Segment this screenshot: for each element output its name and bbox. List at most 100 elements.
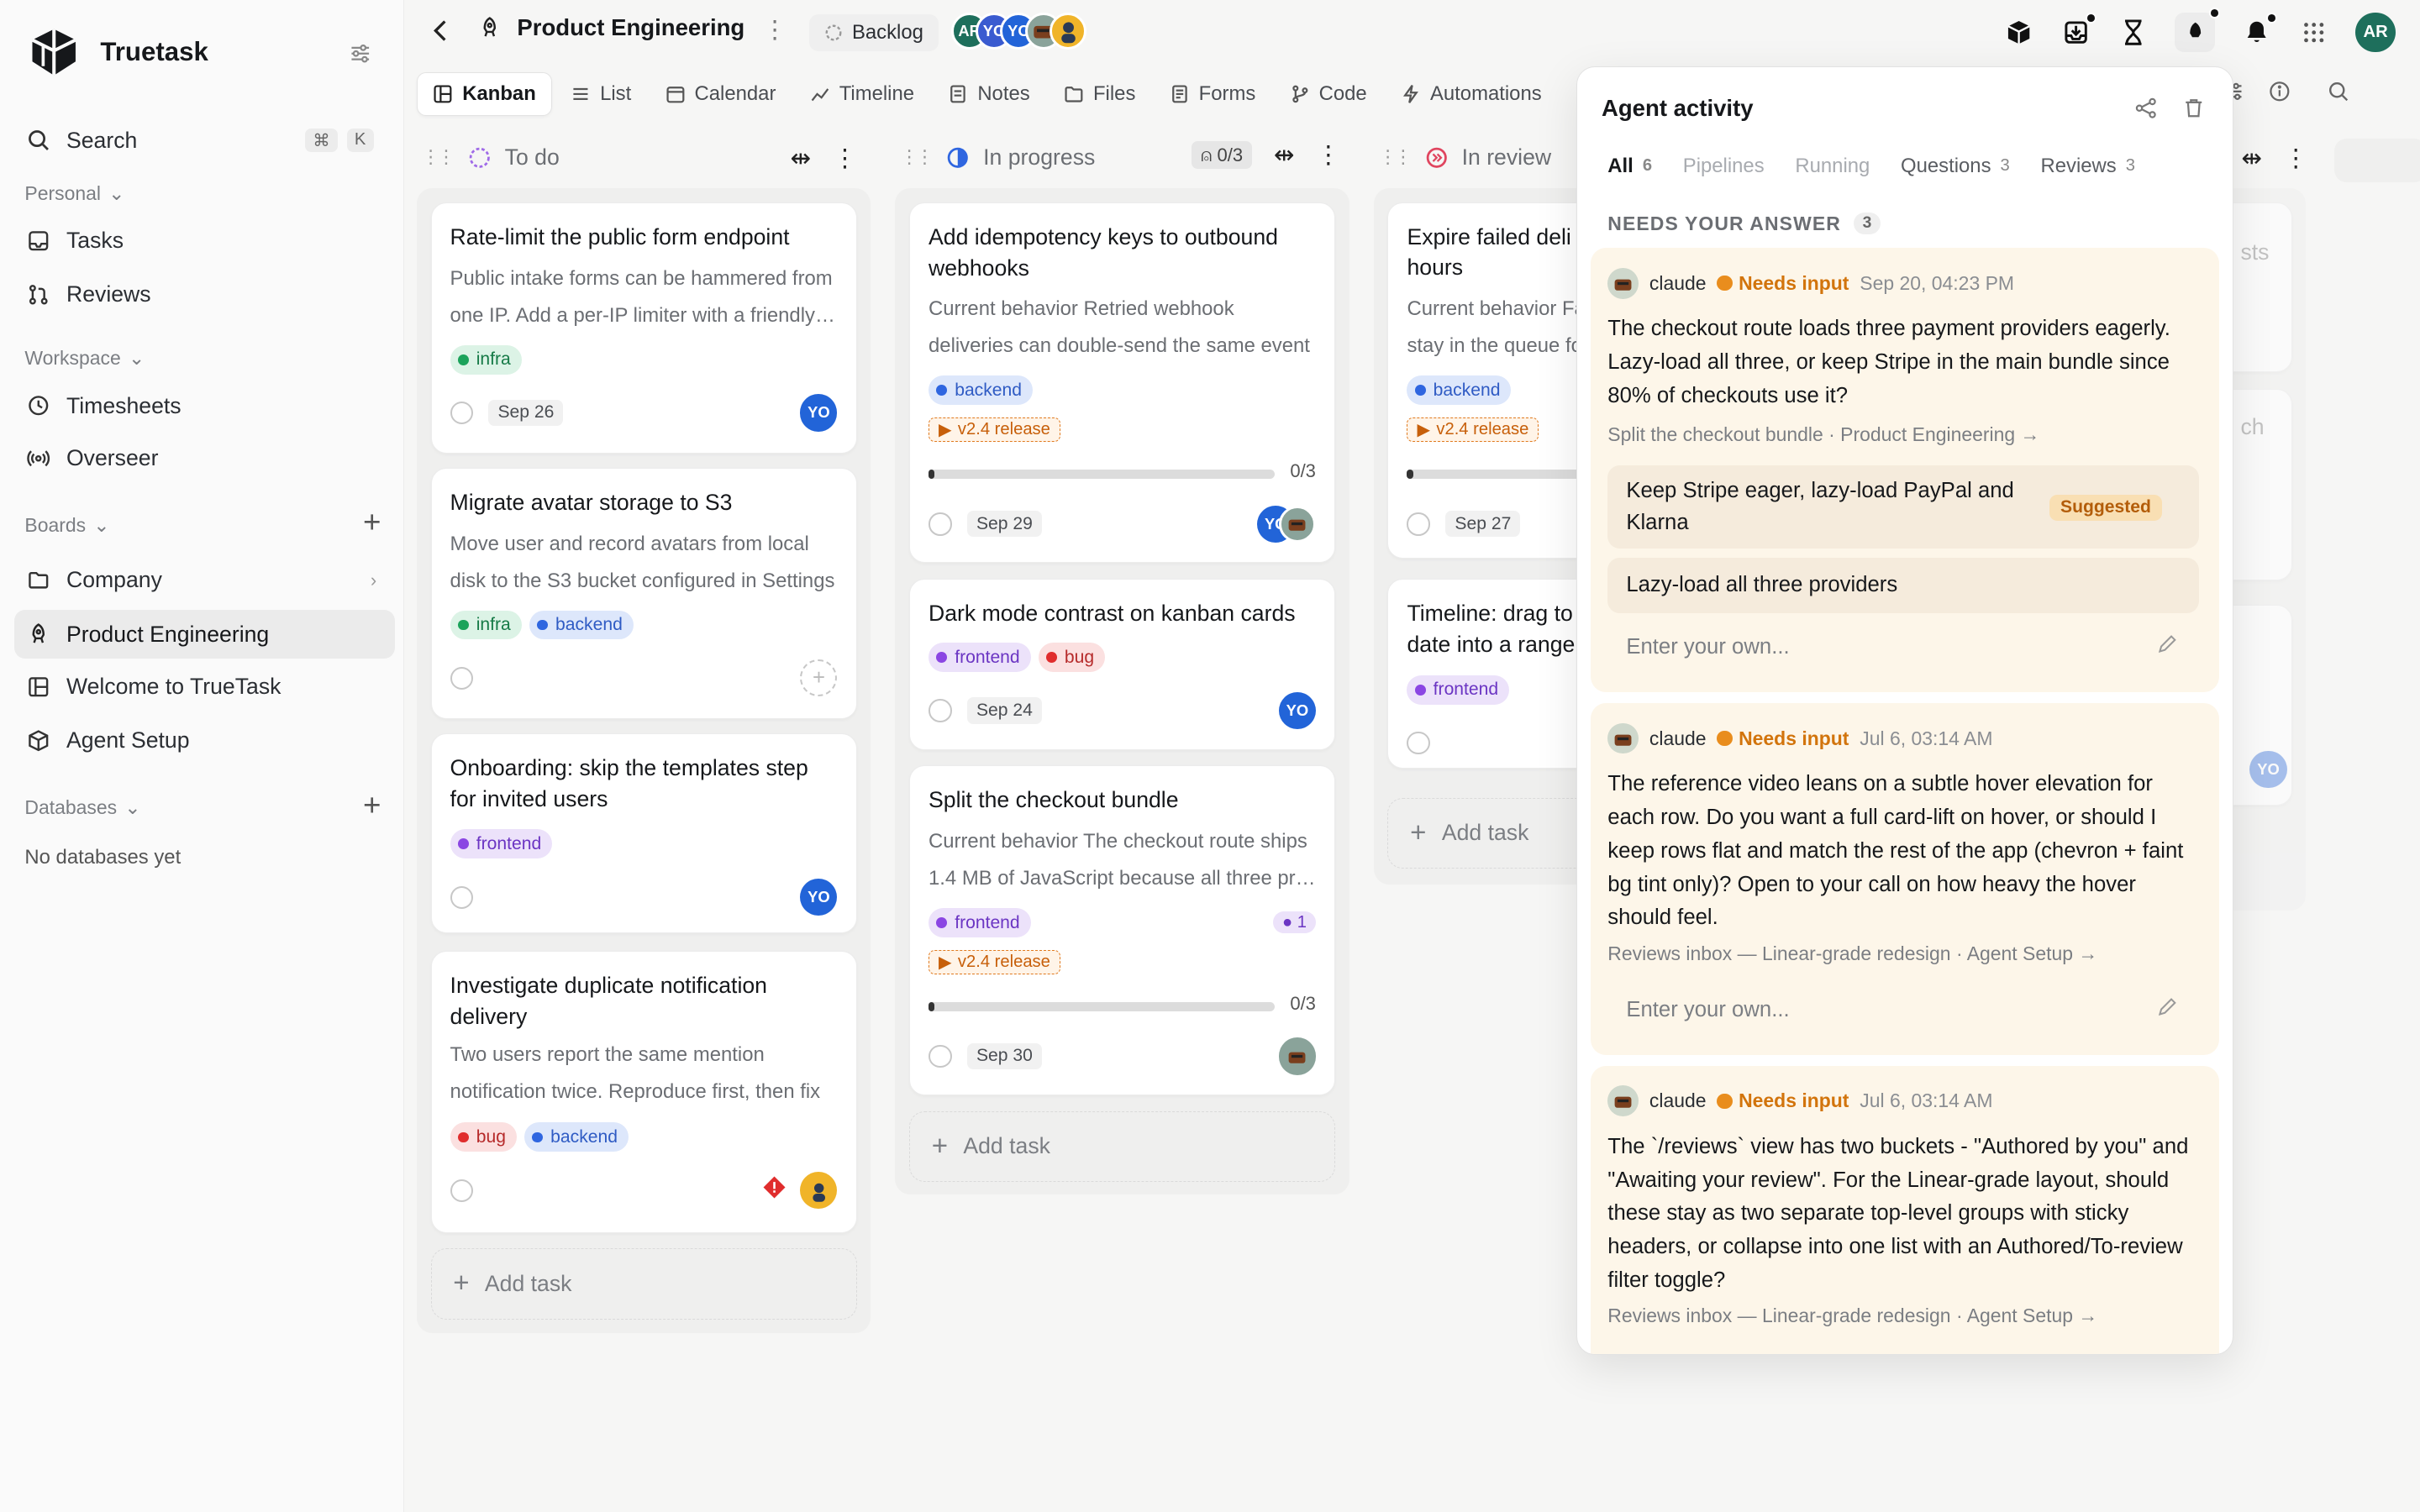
add-board-button[interactable]: + [355, 507, 389, 540]
add-task-button[interactable]: + Add task [430, 1248, 857, 1320]
tab-running[interactable]: Running [1783, 148, 1882, 185]
trash-icon[interactable] [2182, 97, 2206, 127]
tag-backend[interactable]: backend [529, 610, 634, 640]
tab-calendar[interactable]: Calendar [650, 72, 792, 115]
due-date[interactable]: Sep 30 [966, 1042, 1042, 1070]
add-database-button[interactable]: + [355, 789, 389, 822]
question-source-link[interactable]: Reviews inbox — Linear-grade redesign · … [1607, 1305, 2097, 1327]
info-icon[interactable] [2269, 81, 2291, 109]
complete-checkbox[interactable] [450, 666, 474, 690]
tag-backend[interactable]: backend [1407, 375, 1512, 406]
tab-all[interactable]: All 6 [1596, 148, 1665, 185]
question-card[interactable]: claude Needs input Sep 20, 04:23 PM The … [1591, 247, 2219, 692]
sidebar-item-company[interactable]: Company › [14, 555, 396, 605]
comment-count[interactable]: ● 1 [1272, 911, 1316, 934]
task-card[interactable]: Dark mode contrast on kanban cards front… [908, 578, 1335, 750]
assignee-avatar[interactable]: YO [800, 879, 838, 916]
collapse-icon[interactable]: ⇹ [791, 144, 812, 173]
add-task-button[interactable]: + Add task [908, 1110, 1335, 1183]
custom-answer-input[interactable]: Enter your own... [1607, 617, 2199, 678]
tag-backend[interactable]: backend [929, 375, 1033, 406]
complete-checkbox[interactable] [929, 1044, 952, 1068]
assignee-avatar[interactable]: YO [800, 394, 838, 432]
due-date[interactable]: Sep 26 [488, 399, 564, 427]
sidebar-item-product-engineering[interactable]: Product Engineering [13, 609, 396, 659]
priority-urgent-icon[interactable] [760, 1173, 788, 1208]
tag-backend[interactable]: backend [523, 1122, 629, 1152]
complete-checkbox[interactable] [450, 885, 474, 910]
sidebar-item-tasks[interactable]: Tasks [14, 216, 396, 265]
sidebar-item-timesheets[interactable]: Timesheets [14, 381, 396, 431]
brand[interactable]: Truetask [28, 26, 208, 78]
share-icon[interactable] [2134, 97, 2158, 127]
task-card[interactable]: Rate-limit the public form endpoint Publ… [430, 202, 857, 454]
sidebar-item-reviews[interactable]: Reviews [14, 270, 396, 319]
board-title[interactable]: Product Engineering [478, 14, 744, 41]
sidebar-item-agent-setup[interactable]: Agent Setup [14, 716, 396, 765]
tab-questions[interactable]: Questions 3 [1888, 148, 2022, 185]
drag-handle-icon[interactable]: ⋮⋮ [1378, 146, 1412, 168]
tag-infra[interactable]: infra [450, 610, 522, 640]
tab-timeline[interactable]: Timeline [794, 72, 929, 115]
collapse-icon[interactable]: ⇹ [1274, 140, 1295, 170]
question-card[interactable]: claude Needs input Jul 6, 03:14 AM The `… [1591, 1065, 2219, 1354]
chevron-right-icon[interactable]: › [371, 570, 376, 591]
complete-checkbox[interactable] [450, 1179, 474, 1203]
task-card[interactable]: Split the checkout bundle Current behavi… [908, 765, 1335, 1096]
section-databases[interactable]: Databases ⌄ [24, 796, 140, 819]
tab-list[interactable]: List [555, 72, 647, 115]
package-icon[interactable] [2004, 17, 2035, 48]
backlog-button[interactable]: Backlog [808, 13, 939, 51]
due-date[interactable]: Sep 29 [966, 511, 1042, 538]
add-column-area[interactable] [2333, 139, 2420, 182]
wip-limit-badge[interactable]: ⍝ 0/3 [1192, 140, 1253, 170]
drag-handle-icon[interactable]: ⋮⋮ [900, 146, 934, 168]
board-members[interactable]: AR YO YO [950, 12, 1087, 50]
tag-frontend[interactable]: frontend [1407, 675, 1509, 705]
question-card[interactable]: claude Needs input Jul 6, 03:14 AM The r… [1591, 702, 2219, 1055]
section-boards[interactable]: Boards ⌄ [24, 514, 109, 537]
drag-handle-icon[interactable]: ⋮⋮ [422, 146, 455, 168]
add-assignee-icon[interactable]: + [800, 659, 838, 697]
collapse-icon[interactable]: ⇹ [2241, 144, 2262, 173]
tab-notes[interactable]: Notes [933, 72, 1045, 115]
board-menu-icon[interactable]: ⋮ [762, 15, 786, 45]
answer-option[interactable]: Lazy-load all three providers [1607, 558, 2199, 614]
tab-automations[interactable]: Automations [1386, 72, 1557, 115]
search-button[interactable]: Search ⌘ K [14, 116, 396, 165]
apps-grid-icon[interactable] [2298, 17, 2329, 48]
complete-checkbox[interactable] [1407, 731, 1431, 755]
section-personal[interactable]: Personal ⌄ [24, 182, 124, 205]
back-arrow-icon[interactable] [429, 17, 454, 45]
avatar[interactable] [1050, 12, 1087, 50]
column-menu-icon[interactable]: ⋮ [2284, 144, 2308, 173]
column-menu-icon[interactable]: ⋮ [833, 144, 857, 173]
milestone-badge[interactable]: ▶ v2.4 release [929, 417, 1060, 443]
agent-activity-icon[interactable] [2175, 8, 2220, 53]
tab-code[interactable]: Code [1274, 72, 1382, 115]
tag-infra[interactable]: infra [450, 344, 522, 375]
task-card[interactable]: Onboarding: skip the templates step for … [430, 732, 857, 934]
tag-bug[interactable]: bug [1038, 643, 1105, 673]
assignee-avatar[interactable]: YO [2249, 750, 2287, 788]
column-header-review[interactable]: ⋮⋮ In review [1378, 139, 1551, 176]
sidebar-item-welcome[interactable]: Welcome to TrueTask [14, 662, 396, 711]
assignee-avatar[interactable] [1278, 505, 1316, 543]
due-date[interactable]: Sep 24 [966, 697, 1042, 724]
assignee-avatar[interactable] [800, 1172, 838, 1210]
tab-reviews[interactable]: Reviews 3 [2028, 148, 2148, 185]
complete-checkbox[interactable] [929, 699, 952, 722]
tab-kanban[interactable]: Kanban [416, 72, 553, 116]
column-menu-icon[interactable]: ⋮ [1316, 140, 1340, 170]
task-card[interactable]: Migrate avatar storage to S3 Move user a… [430, 467, 857, 720]
tag-frontend[interactable]: frontend [929, 908, 1031, 938]
task-card[interactable]: Add idempotency keys to outbound webhook… [908, 202, 1335, 564]
tag-frontend[interactable]: frontend [929, 643, 1031, 673]
column-header-progress[interactable]: ⋮⋮ In progress [900, 139, 1095, 176]
search-icon[interactable] [2328, 81, 2349, 109]
section-workspace[interactable]: Workspace ⌄ [24, 347, 145, 370]
complete-checkbox[interactable] [929, 512, 952, 536]
tab-pipelines[interactable]: Pipelines [1670, 148, 1776, 185]
hourglass-icon[interactable] [2118, 17, 2149, 48]
tag-frontend[interactable]: frontend [450, 829, 553, 859]
